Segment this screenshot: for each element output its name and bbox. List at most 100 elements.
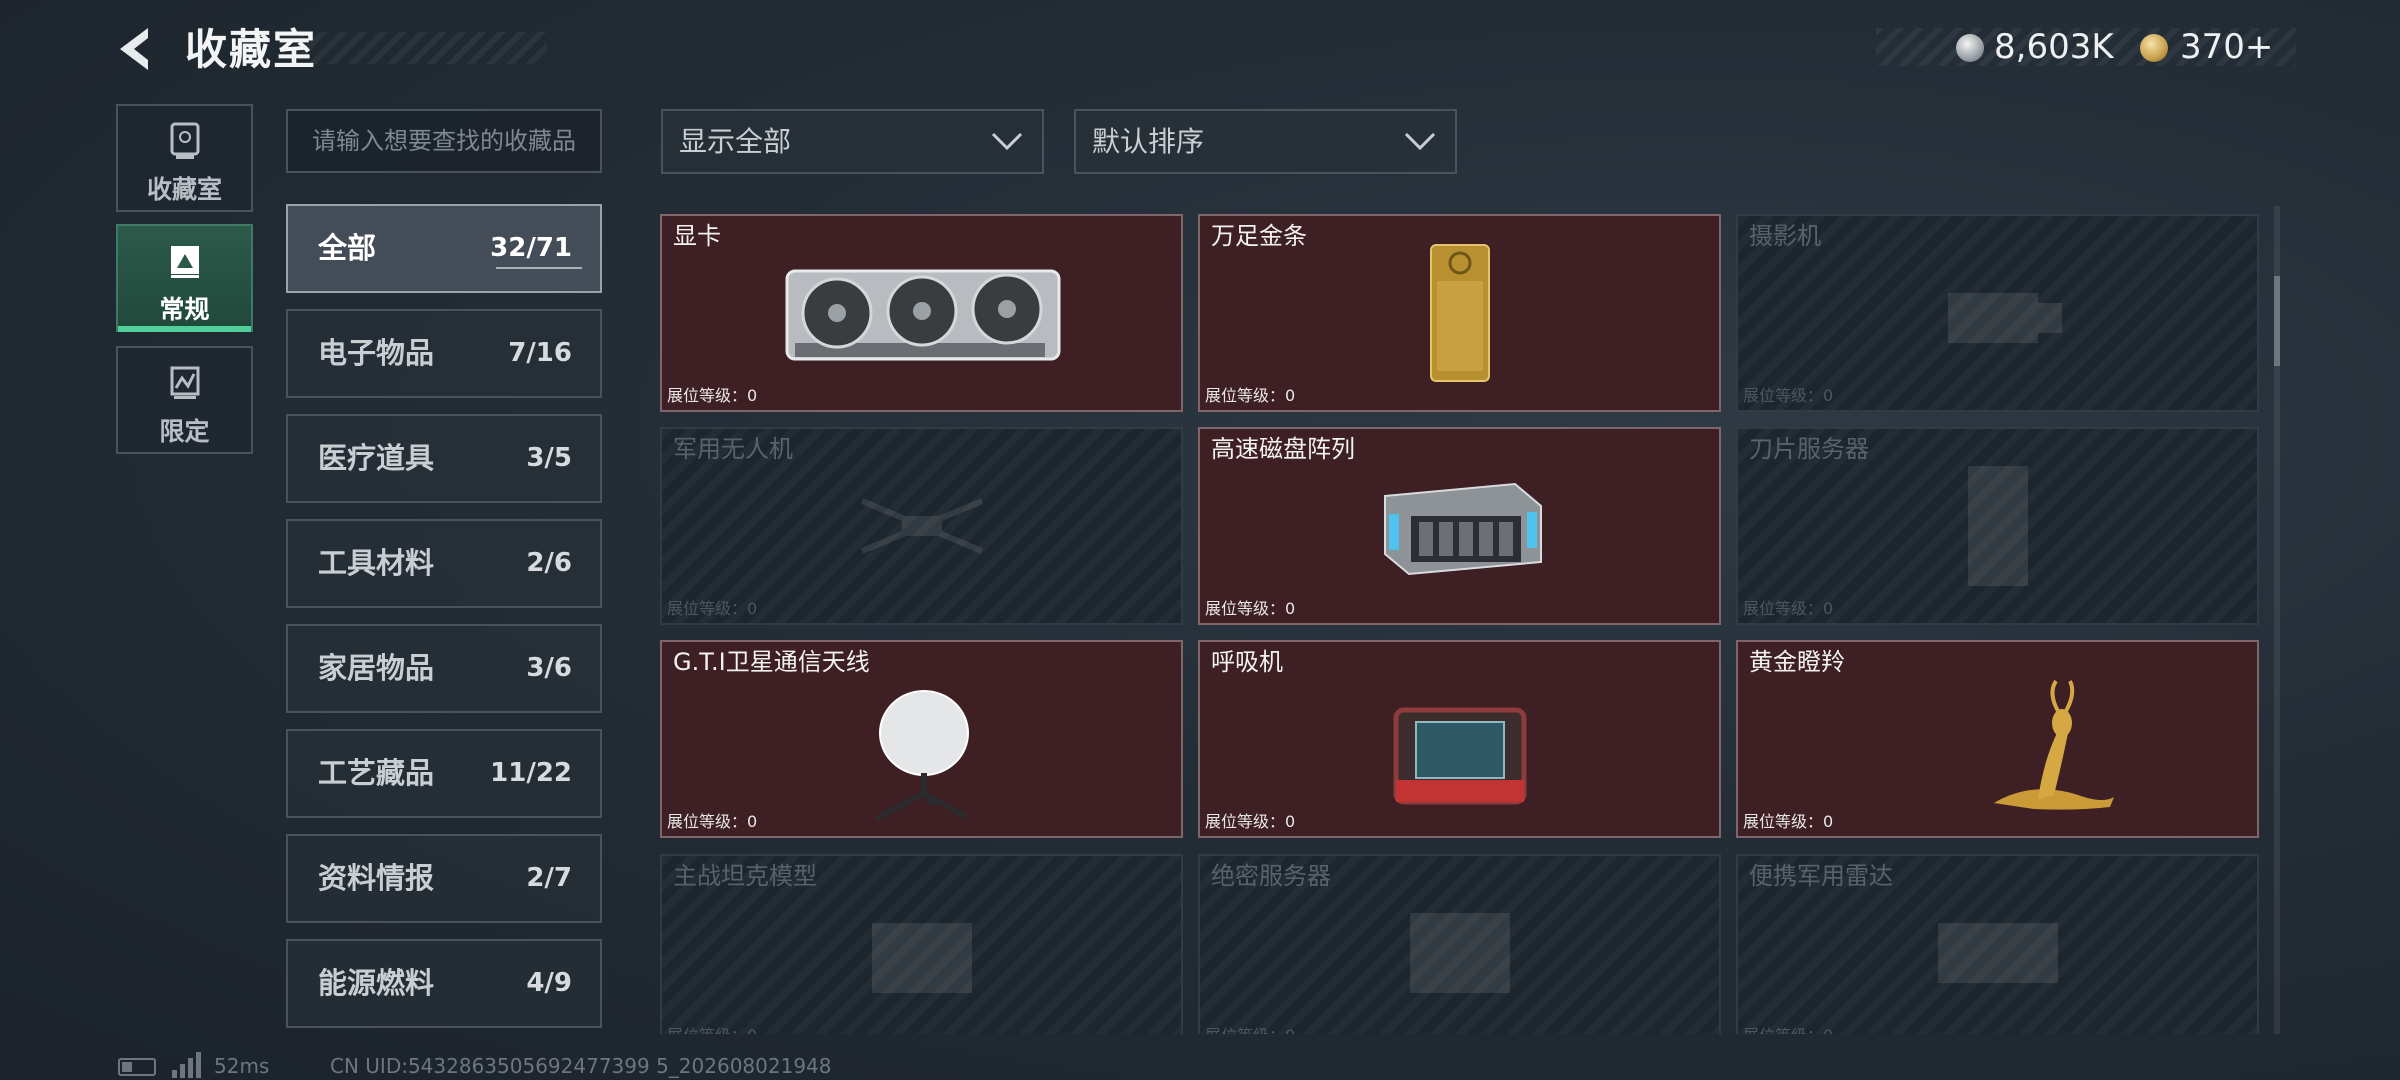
item-name: 军用无人机 bbox=[673, 435, 793, 463]
chevron-down-icon bbox=[991, 132, 1023, 151]
uid-text: CN UID:5432863505692477399 5_20260802194… bbox=[330, 1054, 832, 1078]
item-name: 刀片服务器 bbox=[1749, 435, 1869, 463]
item-level: 展位等级：0 bbox=[667, 812, 758, 831]
item-name: 黄金瞪羚 bbox=[1749, 648, 1845, 676]
item-name: 显卡 bbox=[673, 222, 721, 250]
back-arrow-icon bbox=[120, 28, 148, 70]
title-decoration bbox=[300, 32, 547, 64]
item-name: 万足金条 bbox=[1211, 222, 1307, 250]
item-level: 展位等级：0 bbox=[1743, 386, 1834, 405]
category-name: 医疗道具 bbox=[318, 441, 435, 475]
category-name: 家居物品 bbox=[318, 651, 435, 685]
back-button[interactable] bbox=[112, 24, 162, 74]
ping-value: 52ms bbox=[214, 1054, 270, 1078]
radar-icon bbox=[1937, 923, 2058, 983]
item-name: 摄影机 bbox=[1749, 222, 1821, 250]
silver-coin-icon bbox=[1956, 34, 1984, 62]
picture-icon bbox=[170, 246, 199, 278]
battery-icon bbox=[118, 1058, 156, 1076]
category-count: 3/6 bbox=[526, 653, 572, 683]
category-name: 资料情报 bbox=[318, 861, 435, 895]
category-electronics[interactable]: 电子物品 7/16 bbox=[286, 309, 602, 398]
tank-model-icon bbox=[871, 923, 972, 993]
gold-coin-icon bbox=[2140, 34, 2168, 62]
signal-icon bbox=[172, 1052, 201, 1078]
item-name: 主战坦克模型 bbox=[673, 862, 817, 890]
collection-card[interactable]: 刀片服务器 展位等级：0 bbox=[1736, 427, 2259, 625]
collection-card[interactable]: 黄金瞪羚 展位等级：0 bbox=[1736, 640, 2259, 838]
item-level: 展位等级：0 bbox=[1743, 812, 1834, 831]
page-title: 收藏室 bbox=[185, 25, 318, 74]
item-level: 展位等级：0 bbox=[1205, 1025, 1295, 1034]
category-fuel[interactable]: 能源燃料 4/9 bbox=[286, 939, 602, 1028]
item-level: 展位等级：0 bbox=[667, 386, 758, 405]
grid-scrollbar[interactable] bbox=[2274, 206, 2280, 1034]
tab-label: 收藏室 bbox=[146, 175, 222, 204]
graphics-card-icon bbox=[785, 269, 1060, 361]
item-level: 展位等级：0 bbox=[1205, 386, 1296, 405]
collection-card[interactable]: 主战坦克模型 展位等级：0 bbox=[660, 854, 1183, 1034]
category-name: 能源燃料 bbox=[318, 966, 435, 1000]
item-level: 展位等级：0 bbox=[1743, 1025, 1833, 1034]
item-name: 绝密服务器 bbox=[1211, 862, 1331, 890]
display-filter-dropdown[interactable]: 显示全部 bbox=[661, 109, 1044, 174]
item-level: 展位等级：0 bbox=[1205, 599, 1296, 618]
dropdown-value: 默认排序 bbox=[1092, 125, 1205, 158]
category-all[interactable]: 全部 32/71 bbox=[286, 204, 602, 293]
category-medical[interactable]: 医疗道具 3/5 bbox=[286, 414, 602, 503]
drone-icon bbox=[860, 498, 983, 554]
category-household[interactable]: 家居物品 3/6 bbox=[286, 624, 602, 713]
collection-card[interactable]: 万足金条 展位等级：0 bbox=[1198, 214, 1721, 412]
disk-array-icon bbox=[1383, 482, 1542, 576]
category-count: 2/7 bbox=[526, 863, 572, 893]
collection-card[interactable]: 便携军用雷达 展位等级：0 bbox=[1736, 854, 2259, 1034]
category-count: 4/9 bbox=[526, 968, 572, 998]
blade-server-icon bbox=[1967, 466, 2028, 586]
collection-grid: 显卡 展位等级：0 万足金条 展位等级：0 摄影机 展位等级：0 军用无人机 展… bbox=[660, 212, 2260, 1034]
category-count: 11/22 bbox=[490, 758, 572, 788]
item-level: 展位等级：0 bbox=[1205, 812, 1296, 831]
trophy-icon bbox=[170, 122, 199, 159]
item-name: 便携军用雷达 bbox=[1749, 862, 1893, 890]
tab-label: 限定 bbox=[159, 417, 210, 446]
sort-dropdown[interactable]: 默认排序 bbox=[1074, 109, 1457, 174]
dropdown-value: 显示全部 bbox=[679, 125, 792, 158]
category-name: 工具材料 bbox=[318, 546, 435, 580]
category-name: 全部 bbox=[318, 231, 377, 265]
satellite-dish-icon bbox=[874, 689, 969, 821]
category-name: 工艺藏品 bbox=[318, 756, 435, 790]
tab-collection-room[interactable]: 收藏室 bbox=[116, 104, 253, 212]
collection-card[interactable]: 摄影机 展位等级：0 bbox=[1736, 214, 2259, 412]
category-count: 32/71 bbox=[490, 233, 572, 263]
scrollbar-thumb[interactable] bbox=[2274, 276, 2280, 366]
tab-regular[interactable]: 常规 bbox=[116, 224, 253, 332]
currency-bar: 8,603K 370+ bbox=[1876, 28, 2296, 66]
collection-card[interactable]: 显卡 展位等级：0 bbox=[660, 214, 1183, 412]
collection-card[interactable]: 高速磁盘阵列 展位等级：0 bbox=[1198, 427, 1721, 625]
search-input[interactable] bbox=[286, 109, 602, 173]
active-underline bbox=[496, 267, 582, 269]
camera-icon bbox=[1947, 293, 2062, 343]
top-bar: 收藏室 8,603K 370+ bbox=[0, 0, 2400, 100]
ventilator-icon bbox=[1393, 707, 1526, 805]
item-level: 展位等级：0 bbox=[667, 599, 758, 618]
silver-currency-value: 8,603K bbox=[1994, 27, 2114, 67]
item-level: 展位等级：0 bbox=[667, 1025, 757, 1034]
collection-card[interactable]: 军用无人机 展位等级：0 bbox=[660, 427, 1183, 625]
category-name: 电子物品 bbox=[318, 336, 435, 370]
tab-limited[interactable]: 限定 bbox=[116, 346, 253, 454]
category-crafts[interactable]: 工艺藏品 11/22 bbox=[286, 729, 602, 818]
collection-card[interactable]: 绝密服务器 展位等级：0 bbox=[1198, 854, 1721, 1034]
gold-currency-value: 370+ bbox=[2180, 27, 2274, 67]
chevron-down-icon bbox=[1404, 132, 1436, 151]
tab-label: 常规 bbox=[159, 295, 210, 324]
item-name: 呼吸机 bbox=[1211, 648, 1283, 676]
category-intel[interactable]: 资料情报 2/7 bbox=[286, 834, 602, 923]
collection-card[interactable]: G.T.I卫星通信天线 展位等级：0 bbox=[660, 640, 1183, 838]
category-count: 3/5 bbox=[526, 443, 572, 473]
category-count: 7/16 bbox=[508, 338, 572, 368]
gold-gazelle-icon bbox=[1994, 679, 2115, 810]
collection-card[interactable]: 呼吸机 展位等级：0 bbox=[1198, 640, 1721, 838]
category-tools[interactable]: 工具材料 2/6 bbox=[286, 519, 602, 608]
item-name: G.T.I卫星通信天线 bbox=[673, 648, 870, 676]
